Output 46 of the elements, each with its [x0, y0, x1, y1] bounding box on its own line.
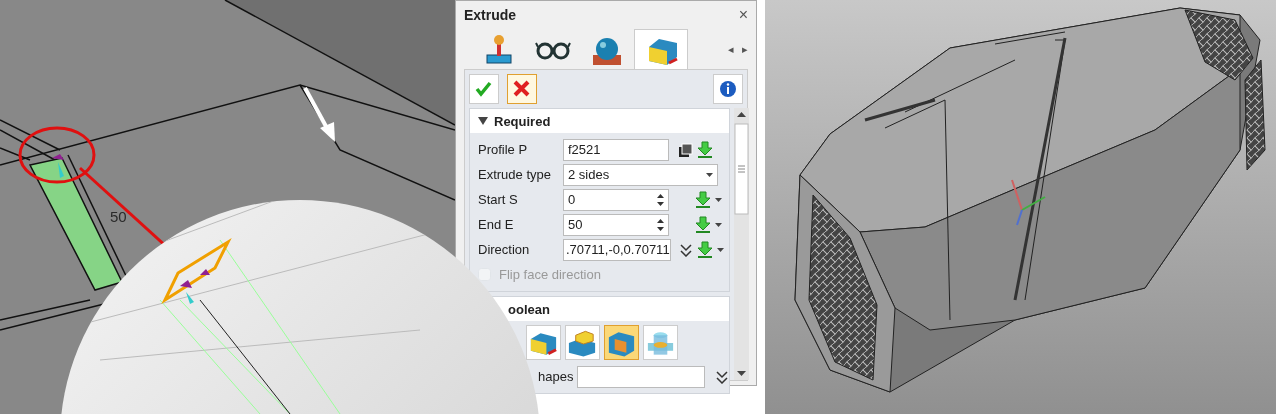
- boolean-option-button[interactable]: [526, 325, 561, 361]
- field-label: End E: [478, 216, 515, 235]
- double-chevron-icon[interactable]: [679, 242, 693, 257]
- dropdown-caret-icon[interactable]: [715, 197, 722, 202]
- field-label: Start S: [478, 191, 519, 210]
- ok-button[interactable]: [469, 74, 499, 105]
- field-label: Profile P: [478, 141, 529, 160]
- dropdown-caret-icon[interactable]: [717, 247, 724, 252]
- collapse-icon[interactable]: [478, 117, 488, 126]
- info-button[interactable]: [713, 74, 743, 105]
- dropdown-caret-icon[interactable]: [715, 222, 722, 227]
- check-icon: [475, 80, 493, 99]
- boolean-option-button[interactable]: [604, 325, 639, 361]
- double-chevron-icon[interactable]: [715, 369, 730, 384]
- axis-triad-icon: [1011, 179, 1046, 226]
- section-title: oolean: [508, 300, 550, 319]
- info-icon: [719, 80, 737, 99]
- dropdown-caret-icon: [706, 172, 713, 177]
- dialog-title: Extrude: [464, 5, 517, 25]
- spinner-arrows-icon[interactable]: [657, 217, 664, 232]
- checkbox-label: Flip face direction: [499, 266, 601, 285]
- copy-icon[interactable]: [677, 141, 693, 158]
- scroll-left-button[interactable]: ◂: [728, 41, 734, 58]
- boolean-option-button[interactable]: [565, 325, 600, 361]
- text-field[interactable]: [577, 365, 706, 388]
- section-title: Required: [494, 112, 551, 131]
- dimension-label: 50: [110, 208, 127, 225]
- download-arrow-icon[interactable]: [697, 240, 713, 259]
- dropdown-field[interactable]: 2 sides: [563, 163, 718, 186]
- spinner-arrows-icon[interactable]: [657, 192, 664, 207]
- field-label: Direction: [478, 241, 531, 260]
- text-field[interactable]: f2521: [563, 138, 669, 161]
- close-button[interactable]: ×: [738, 3, 748, 28]
- scrollbar[interactable]: [734, 108, 750, 381]
- field-label: Extrude type: [478, 166, 552, 185]
- scroll-right-button[interactable]: ▸: [742, 41, 748, 58]
- number-field[interactable]: 50: [563, 213, 669, 236]
- direction-arrow: [303, 87, 335, 142]
- download-arrow-icon[interactable]: [695, 190, 711, 209]
- number-field[interactable]: 0: [563, 188, 669, 211]
- text-field[interactable]: .70711,-0,0.70711: [563, 238, 671, 261]
- cancel-button[interactable]: [507, 74, 537, 105]
- field-label: hapes: [538, 368, 574, 387]
- download-arrow-icon[interactable]: [695, 215, 711, 234]
- cross-icon: [513, 80, 531, 99]
- download-arrow-icon[interactable]: [697, 140, 713, 159]
